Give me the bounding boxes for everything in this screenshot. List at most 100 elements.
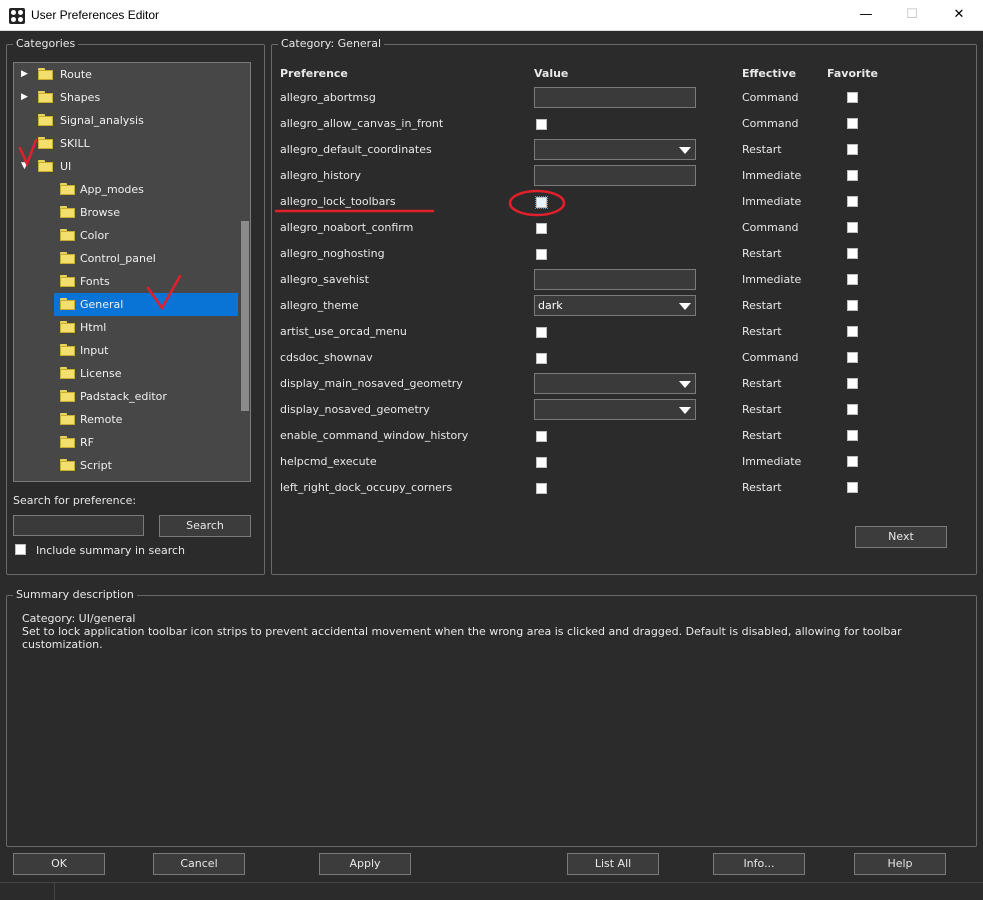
favorite-checkbox[interactable] (847, 170, 858, 181)
tree-item-label: Remote (80, 413, 123, 426)
tree-item-label: Color (80, 229, 109, 242)
include-summary-checkbox[interactable] (15, 544, 26, 555)
preference-name: artist_use_orcad_menu (280, 325, 407, 338)
effective-label: Restart (742, 247, 782, 260)
favorite-checkbox[interactable] (847, 482, 858, 493)
value-combo[interactable] (534, 399, 696, 420)
expand-icon[interactable] (21, 109, 31, 132)
tree-item-label: Html (80, 321, 107, 334)
maximize-button[interactable]: ☐ (897, 5, 927, 25)
ok-button[interactable]: OK (13, 853, 105, 875)
dropdown-arrow-icon[interactable] (679, 147, 691, 154)
collapse-icon[interactable]: ▼ (21, 155, 31, 178)
effective-label: Immediate (742, 455, 802, 468)
value-checkbox[interactable] (536, 119, 547, 130)
tree-item[interactable]: Browse (54, 201, 238, 224)
favorite-checkbox[interactable] (847, 326, 858, 337)
preference-name: allegro_savehist (280, 273, 369, 286)
preference-name: display_nosaved_geometry (280, 403, 430, 416)
value-checkbox[interactable] (536, 353, 547, 364)
cancel-button[interactable]: Cancel (153, 853, 245, 875)
tree-item[interactable]: Html (54, 316, 238, 339)
window-title: User Preferences Editor (31, 8, 160, 22)
tree-item[interactable]: Script (54, 454, 238, 477)
tree-item[interactable]: ▼ UI (14, 155, 238, 178)
summary-body: Set to lock application toolbar icon str… (22, 625, 902, 651)
tree-item[interactable]: App_modes (54, 178, 238, 201)
folder-icon (38, 68, 53, 80)
tree-item[interactable]: Input (54, 339, 238, 362)
favorite-checkbox[interactable] (847, 378, 858, 389)
help-button[interactable]: Help (854, 853, 946, 875)
tree-item[interactable]: Control_panel (54, 247, 238, 270)
expand-icon[interactable] (21, 132, 31, 155)
minimize-button[interactable]: — (851, 5, 881, 25)
folder-icon (60, 459, 75, 471)
favorite-checkbox[interactable] (847, 300, 858, 311)
favorite-checkbox[interactable] (847, 92, 858, 103)
tree-item[interactable]: ▶ Shapes (14, 86, 238, 109)
value-combo[interactable] (534, 139, 696, 160)
list-all-button[interactable]: List All (567, 853, 659, 875)
folder-icon (60, 436, 75, 448)
value-combo[interactable]: dark (534, 295, 696, 316)
preference-name: cdsdoc_shownav (280, 351, 373, 364)
expand-icon[interactable]: ▶ (21, 63, 31, 86)
dropdown-arrow-icon[interactable] (679, 407, 691, 414)
info-button[interactable]: Info... (713, 853, 805, 875)
value-checkbox[interactable] (536, 483, 547, 494)
value-combo[interactable] (534, 373, 696, 394)
search-input[interactable] (13, 515, 144, 536)
tree-item[interactable]: ▶ Route (14, 63, 238, 86)
dropdown-arrow-icon[interactable] (679, 303, 691, 310)
tree-item[interactable]: Signal_analysis (14, 109, 238, 132)
close-button[interactable]: ✕ (944, 5, 974, 25)
value-checkbox[interactable] (536, 327, 547, 338)
tree-scrollbar-thumb[interactable] (241, 221, 249, 411)
favorite-checkbox[interactable] (847, 352, 858, 363)
favorite-checkbox[interactable] (847, 118, 858, 129)
tree-item[interactable]: RF (54, 431, 238, 454)
tree-item[interactable]: General (54, 293, 238, 316)
category-title: Category: General (278, 37, 384, 50)
folder-icon (60, 367, 75, 379)
summary-title: Summary description (13, 588, 137, 601)
next-button[interactable]: Next (855, 526, 947, 548)
value-text-field[interactable] (534, 269, 696, 290)
favorite-checkbox[interactable] (847, 404, 858, 415)
category-tree[interactable]: ▶ Route ▶ Shapes Signal_analysis SKILL ▼ UI App_… (13, 62, 251, 482)
tree-item[interactable]: Remote (54, 408, 238, 431)
tree-item-label: General (80, 298, 124, 311)
search-button[interactable]: Search (159, 515, 251, 537)
favorite-checkbox[interactable] (847, 248, 858, 259)
preference-name: left_right_dock_occupy_corners (280, 481, 453, 494)
favorite-checkbox[interactable] (847, 456, 858, 467)
value-checkbox[interactable] (536, 431, 547, 442)
value-text-field[interactable] (534, 87, 696, 108)
favorite-checkbox[interactable] (847, 222, 858, 233)
tree-item-label: Route (60, 68, 92, 81)
folder-icon (60, 275, 75, 287)
value-checkbox[interactable] (536, 249, 547, 260)
apply-button[interactable]: Apply (319, 853, 411, 875)
preference-name: allegro_theme (280, 299, 359, 312)
favorite-checkbox[interactable] (847, 274, 858, 285)
tree-item[interactable]: License (54, 362, 238, 385)
favorite-checkbox[interactable] (847, 196, 858, 207)
preference-name: allegro_noghosting (280, 247, 385, 260)
value-checkbox[interactable] (536, 457, 547, 468)
folder-icon (60, 206, 75, 218)
tree-item[interactable]: Padstack_editor (54, 385, 238, 408)
dropdown-arrow-icon[interactable] (679, 381, 691, 388)
favorite-checkbox[interactable] (847, 144, 858, 155)
tree-item[interactable]: Fonts (54, 270, 238, 293)
expand-icon[interactable]: ▶ (21, 86, 31, 109)
favorite-checkbox[interactable] (847, 430, 858, 441)
tree-item-label: UI (60, 160, 72, 173)
tree-item[interactable]: Color (54, 224, 238, 247)
folder-icon (60, 321, 75, 333)
tree-item[interactable]: SKILL (14, 132, 238, 155)
value-checkbox[interactable] (535, 196, 548, 209)
value-checkbox[interactable] (536, 223, 547, 234)
value-text-field[interactable] (534, 165, 696, 186)
